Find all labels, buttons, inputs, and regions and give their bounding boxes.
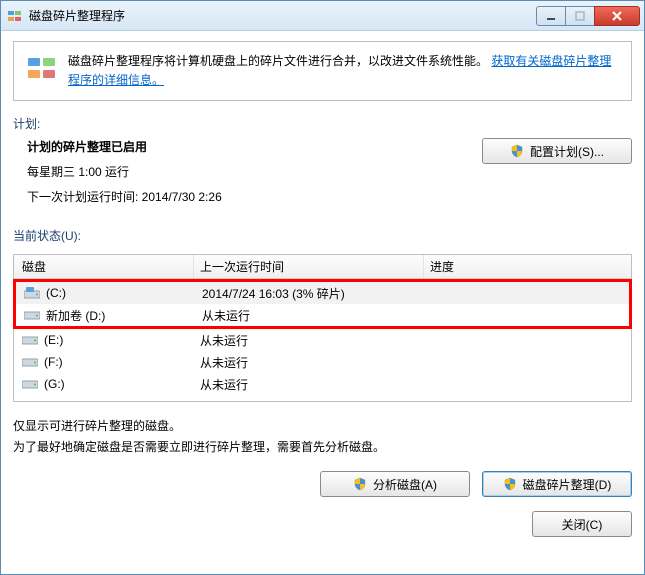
schedule-info: 计划的碎片整理已启用 每星期三 1:00 运行 下一次计划运行时间: 2014/…	[13, 138, 470, 213]
lastrun-cell: 从未运行	[194, 373, 424, 395]
analyze-button[interactable]: 分析磁盘(A)	[320, 471, 470, 497]
progress-cell	[424, 329, 631, 351]
disk-list: 磁盘 上一次运行时间 进度 (C:) 2014/7/24 16:03 (3% 碎片…	[13, 254, 632, 402]
disk-cell: (C:)	[16, 282, 196, 304]
col-lastrun-header[interactable]: 上一次运行时间	[194, 255, 424, 278]
drive-icon	[22, 378, 38, 390]
col-disk-header[interactable]: 磁盘	[14, 255, 194, 278]
table-body: (C:)2014/7/24 16:03 (3% 碎片)新加卷 (D:)从未运行(…	[14, 279, 631, 401]
disk-cell: (G:)	[14, 373, 194, 395]
disk-cell: (F:)	[14, 351, 194, 373]
progress-cell	[426, 282, 629, 304]
table-row[interactable]: (G:) 从未运行	[14, 373, 631, 395]
disk-cell: 新加卷 (D:)	[16, 304, 196, 326]
configure-schedule-label: 配置计划(S)...	[530, 143, 604, 160]
table-row[interactable]: 新加卷 (D:) 从未运行	[16, 304, 629, 326]
table-header: 磁盘 上一次运行时间 进度	[14, 255, 631, 279]
shield-icon	[353, 477, 367, 491]
close-button[interactable]	[594, 6, 640, 26]
defrag-button[interactable]: 磁盘碎片整理(D)	[482, 471, 632, 497]
disk-name: (F:)	[44, 355, 63, 369]
highlight-box: (C:) 2014/7/24 16:03 (3% 碎片) 新加卷 (D:) 从未运行	[13, 279, 632, 329]
defrag-label: 磁盘碎片整理(D)	[523, 476, 612, 493]
progress-cell	[424, 351, 631, 373]
schedule-label: 计划:	[13, 115, 632, 132]
table-row[interactable]: (C:) 2014/7/24 16:03 (3% 碎片)	[16, 282, 629, 304]
analyze-label: 分析磁盘(A)	[373, 476, 437, 493]
status-label: 当前状态(U):	[13, 227, 632, 244]
shield-icon	[510, 144, 524, 158]
hint-line1: 仅显示可进行碎片整理的磁盘。	[13, 416, 632, 436]
table-row[interactable]: (E:) 从未运行	[14, 329, 631, 351]
schedule-recurrence: 每星期三 1:00 运行	[27, 163, 470, 180]
lastrun-cell: 从未运行	[196, 304, 426, 326]
window-title: 磁盘碎片整理程序	[29, 7, 537, 24]
hint-line2: 为了最好地确定磁盘是否需要立即进行碎片整理，需要首先分析磁盘。	[13, 437, 632, 457]
disk-name: (C:)	[46, 286, 66, 300]
footer-buttons: 关闭(C)	[13, 511, 632, 537]
configure-schedule-button[interactable]: 配置计划(S)...	[482, 138, 632, 164]
titlebar[interactable]: 磁盘碎片整理程序	[1, 1, 644, 31]
shield-icon	[503, 477, 517, 491]
disk-name: (E:)	[44, 333, 63, 347]
defrag-icon	[26, 52, 58, 84]
disk-name: 新加卷 (D:)	[46, 307, 105, 324]
hint-text: 仅显示可进行碎片整理的磁盘。 为了最好地确定磁盘是否需要立即进行碎片整理，需要首…	[13, 416, 632, 457]
progress-cell	[424, 373, 631, 395]
schedule-enabled: 计划的碎片整理已启用	[27, 138, 470, 155]
content-area: 磁盘碎片整理程序将计算机硬盘上的碎片文件进行合并，以改进文件系统性能。 获取有关…	[1, 31, 644, 574]
disk-cell: (E:)	[14, 329, 194, 351]
drive-icon	[22, 334, 38, 346]
app-icon	[7, 8, 23, 24]
action-buttons: 分析磁盘(A) 磁盘碎片整理(D)	[13, 471, 632, 497]
lastrun-cell: 从未运行	[194, 351, 424, 373]
drive-icon	[24, 309, 40, 321]
disk-name: (G:)	[44, 377, 65, 391]
drive-icon	[22, 356, 38, 368]
window-frame: 磁盘碎片整理程序 磁盘碎片整理程序	[0, 0, 645, 575]
col-progress-header[interactable]: 进度	[424, 255, 631, 278]
close-dialog-button[interactable]: 关闭(C)	[532, 511, 632, 537]
system-drive-icon	[24, 287, 40, 299]
info-description: 磁盘碎片整理程序将计算机硬盘上的碎片文件进行合并，以改进文件系统性能。	[68, 54, 488, 68]
schedule-panel: 计划的碎片整理已启用 每星期三 1:00 运行 下一次计划运行时间: 2014/…	[13, 138, 632, 213]
window-controls	[537, 6, 640, 26]
progress-cell	[426, 304, 629, 326]
info-panel: 磁盘碎片整理程序将计算机硬盘上的碎片文件进行合并，以改进文件系统性能。 获取有关…	[13, 41, 632, 101]
close-label: 关闭(C)	[562, 516, 603, 533]
minimize-button[interactable]	[536, 6, 566, 26]
maximize-button[interactable]	[565, 6, 595, 26]
lastrun-cell: 2014/7/24 16:03 (3% 碎片)	[196, 282, 426, 304]
lastrun-cell: 从未运行	[194, 329, 424, 351]
schedule-next-run: 下一次计划运行时间: 2014/7/30 2:26	[27, 188, 470, 205]
table-row[interactable]: (F:) 从未运行	[14, 351, 631, 373]
info-text: 磁盘碎片整理程序将计算机硬盘上的碎片文件进行合并，以改进文件系统性能。 获取有关…	[68, 52, 619, 90]
